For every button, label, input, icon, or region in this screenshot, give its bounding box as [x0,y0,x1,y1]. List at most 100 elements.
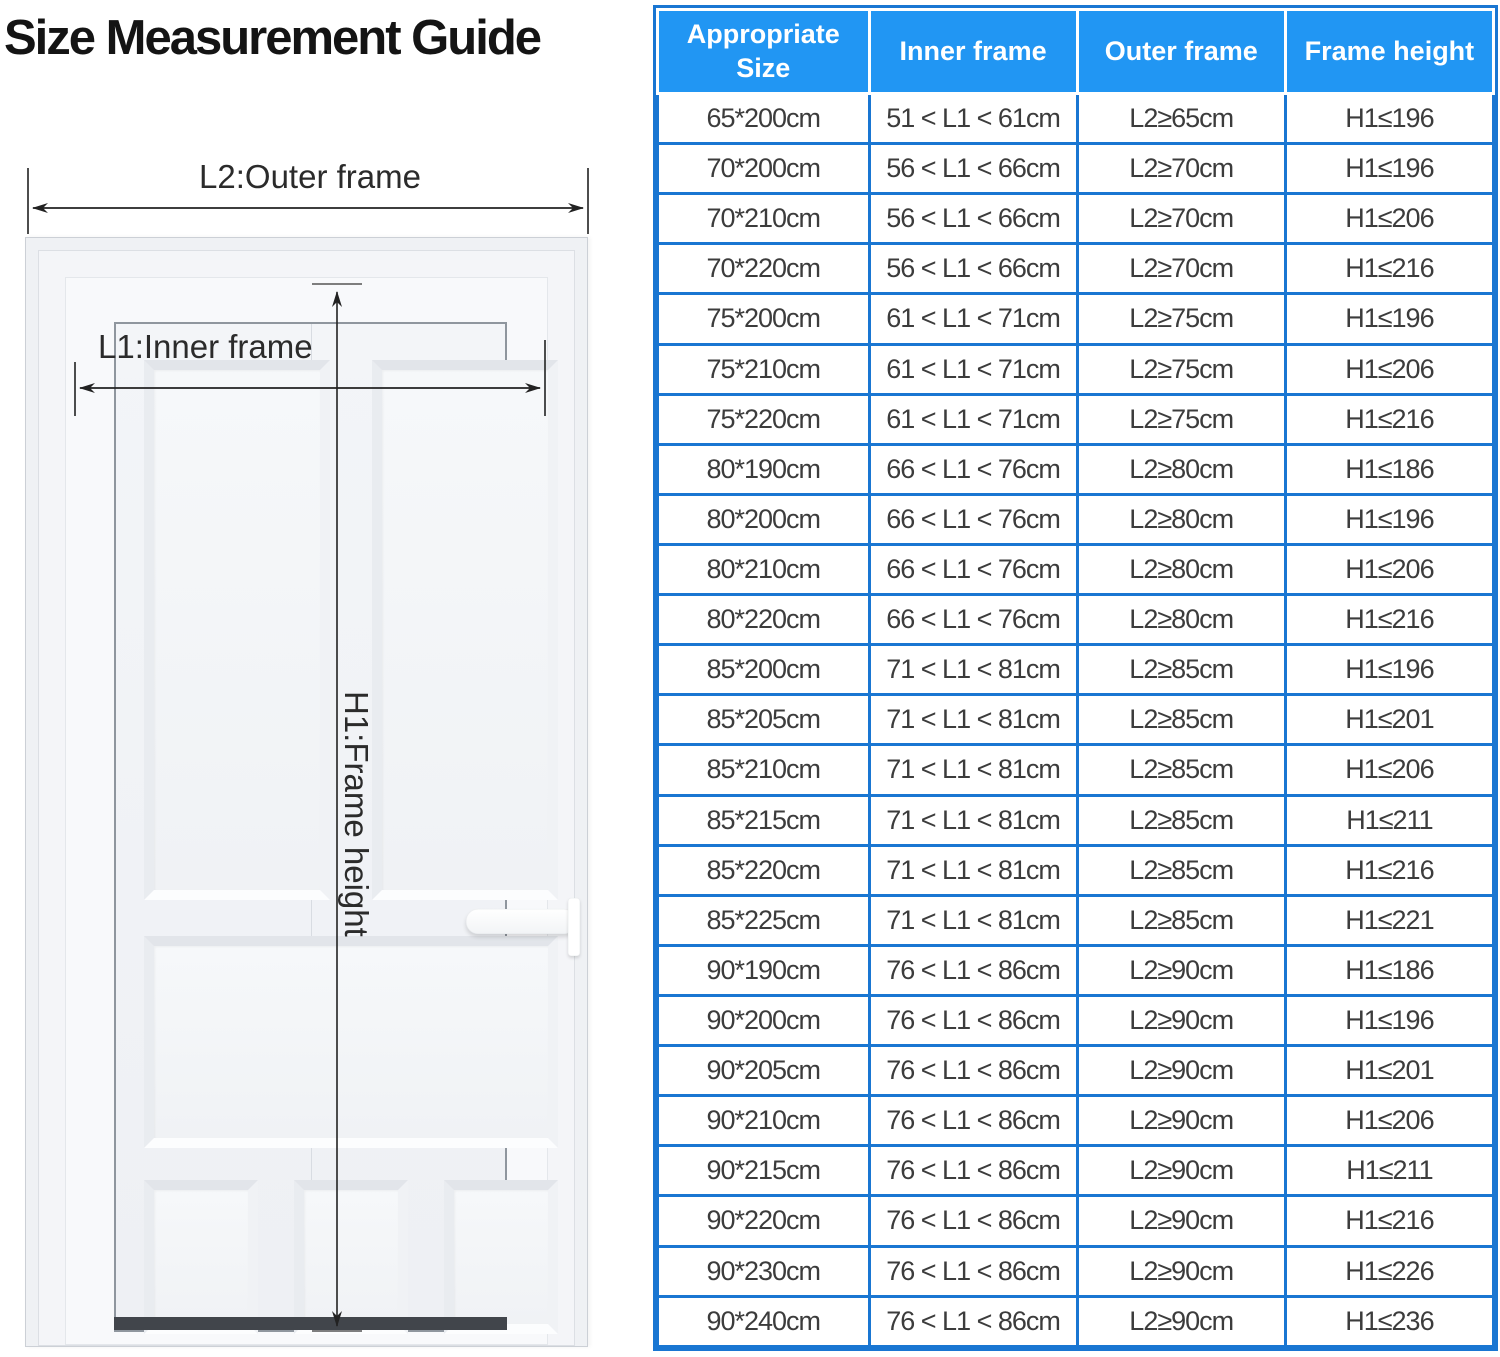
table-cell: 85*220cm [658,845,870,895]
header-outer-frame: Outer frame [1077,10,1285,94]
table-cell: 65*200cm [658,94,870,144]
table-row: 90*215cm76 < L1 < 86cmL2≥90cmH1≤211 [658,1146,1494,1196]
header-row: Appropriate Size Inner frame Outer frame… [658,10,1494,94]
table-cell: H1≤206 [1285,1096,1493,1146]
table-cell: 90*205cm [658,1046,870,1096]
table-cell: L2≥85cm [1077,645,1285,695]
table-cell: H1≤216 [1285,394,1493,444]
table-cell: L2≥85cm [1077,745,1285,795]
door-threshold [114,1317,507,1330]
table-cell: L2≥90cm [1077,1196,1285,1246]
table-cell: 76 < L1 < 86cm [869,1246,1077,1296]
table-cell: L2≥90cm [1077,1246,1285,1296]
table-cell: L2≥90cm [1077,995,1285,1045]
table-row: 90*210cm76 < L1 < 86cmL2≥90cmH1≤206 [658,1096,1494,1146]
table-cell: 66 < L1 < 76cm [869,444,1077,494]
table-cell: 80*190cm [658,444,870,494]
table-cell: 76 < L1 < 86cm [869,1196,1077,1246]
table-row: 80*210cm66 < L1 < 76cmL2≥80cmH1≤206 [658,544,1494,594]
table-cell: 56 < L1 < 66cm [869,144,1077,194]
table-cell: H1≤206 [1285,745,1493,795]
table-cell: 61 < L1 < 71cm [869,294,1077,344]
table-row: 85*225cm71 < L1 < 81cmL2≥85cmH1≤221 [658,895,1494,945]
table-cell: H1≤196 [1285,144,1493,194]
table-cell: L2≥75cm [1077,394,1285,444]
inner-frame-label: L1:Inner frame [98,328,313,366]
table-row: 85*215cm71 < L1 < 81cmL2≥85cmH1≤211 [658,795,1494,845]
table-cell: 70*210cm [658,194,870,244]
table-cell: L2≥90cm [1077,1096,1285,1146]
table-cell: 90*215cm [658,1146,870,1196]
table-cell: L2≥80cm [1077,595,1285,645]
table-cell: 70*220cm [658,244,870,294]
table-row: 70*220cm56 < L1 < 66cmL2≥70cmH1≤216 [658,244,1494,294]
table-cell: L2≥80cm [1077,494,1285,544]
table-cell: 71 < L1 < 81cm [869,695,1077,745]
table-row: 85*220cm71 < L1 < 81cmL2≥85cmH1≤216 [658,845,1494,895]
table-cell: 56 < L1 < 66cm [869,244,1077,294]
door-panel [444,1180,558,1334]
table-cell: H1≤221 [1285,895,1493,945]
table-cell: 85*200cm [658,645,870,695]
table-cell: 80*210cm [658,544,870,594]
table-cell: H1≤211 [1285,1146,1493,1196]
table-cell: 66 < L1 < 76cm [869,494,1077,544]
table-cell: L2≥70cm [1077,244,1285,294]
table-row: 70*210cm56 < L1 < 66cmL2≥70cmH1≤206 [658,194,1494,244]
door-frame-molding [38,250,575,1346]
size-measurement-guide-page: Size Measurement Guide [0,0,1500,1357]
table-cell: H1≤201 [1285,695,1493,745]
table-cell: H1≤196 [1285,294,1493,344]
table-cell: 66 < L1 < 76cm [869,595,1077,645]
table-cell: H1≤196 [1285,995,1493,1045]
table-cell: H1≤216 [1285,244,1493,294]
table-cell: L2≥90cm [1077,945,1285,995]
table-cell: 61 < L1 < 71cm [869,344,1077,394]
table-cell: H1≤186 [1285,444,1493,494]
table-cell: 76 < L1 < 86cm [869,995,1077,1045]
table-cell: 51 < L1 < 61cm [869,94,1077,144]
table-cell: H1≤236 [1285,1296,1493,1346]
table-cell: 75*220cm [658,394,870,444]
table-cell: 76 < L1 < 86cm [869,1096,1077,1146]
size-table-body: 65*200cm51 < L1 < 61cmL2≥65cmH1≤19670*20… [658,94,1494,1347]
table-cell: L2≥80cm [1077,444,1285,494]
table-row: 80*200cm66 < L1 < 76cmL2≥80cmH1≤196 [658,494,1494,544]
table-row: 85*210cm71 < L1 < 81cmL2≥85cmH1≤206 [658,745,1494,795]
door-handle-plate [568,898,580,956]
table-cell: 56 < L1 < 66cm [869,194,1077,244]
table-cell: H1≤216 [1285,845,1493,895]
table-cell: H1≤206 [1285,344,1493,394]
outer-frame-label: L2:Outer frame [130,158,490,196]
table-cell: 85*205cm [658,695,870,745]
table-row: 85*205cm71 < L1 < 81cmL2≥85cmH1≤201 [658,695,1494,745]
table-cell: 90*200cm [658,995,870,1045]
table-cell: L2≥90cm [1077,1296,1285,1346]
table-row: 90*190cm76 < L1 < 86cmL2≥90cmH1≤186 [658,945,1494,995]
table-cell: 85*215cm [658,795,870,845]
table-cell: 71 < L1 < 81cm [869,745,1077,795]
table-cell: 85*210cm [658,745,870,795]
table-cell: 90*210cm [658,1096,870,1146]
table-row: 70*200cm56 < L1 < 66cmL2≥70cmH1≤196 [658,144,1494,194]
door-frame-molding-inner [65,277,548,1345]
table-cell: L2≥70cm [1077,144,1285,194]
table-cell: 61 < L1 < 71cm [869,394,1077,444]
size-table-header: Appropriate Size Inner frame Outer frame… [658,10,1494,94]
table-cell: 70*200cm [658,144,870,194]
table-row: 90*200cm76 < L1 < 86cmL2≥90cmH1≤196 [658,995,1494,1045]
size-table-container: Appropriate Size Inner frame Outer frame… [653,5,1498,1351]
table-row: 90*205cm76 < L1 < 86cmL2≥90cmH1≤201 [658,1046,1494,1096]
table-cell: 71 < L1 < 81cm [869,895,1077,945]
table-cell: L2≥85cm [1077,795,1285,845]
table-cell: 76 < L1 < 86cm [869,1046,1077,1096]
table-row: 90*220cm76 < L1 < 86cmL2≥90cmH1≤216 [658,1196,1494,1246]
table-row: 75*220cm61 < L1 < 71cmL2≥75cmH1≤216 [658,394,1494,444]
table-row: 85*200cm71 < L1 < 81cmL2≥85cmH1≤196 [658,645,1494,695]
table-cell: 71 < L1 < 81cm [869,845,1077,895]
table-cell: 66 < L1 < 76cm [869,544,1077,594]
table-cell: 90*240cm [658,1296,870,1346]
table-cell: H1≤206 [1285,544,1493,594]
table-cell: L2≥90cm [1077,1146,1285,1196]
table-cell: L2≥85cm [1077,845,1285,895]
